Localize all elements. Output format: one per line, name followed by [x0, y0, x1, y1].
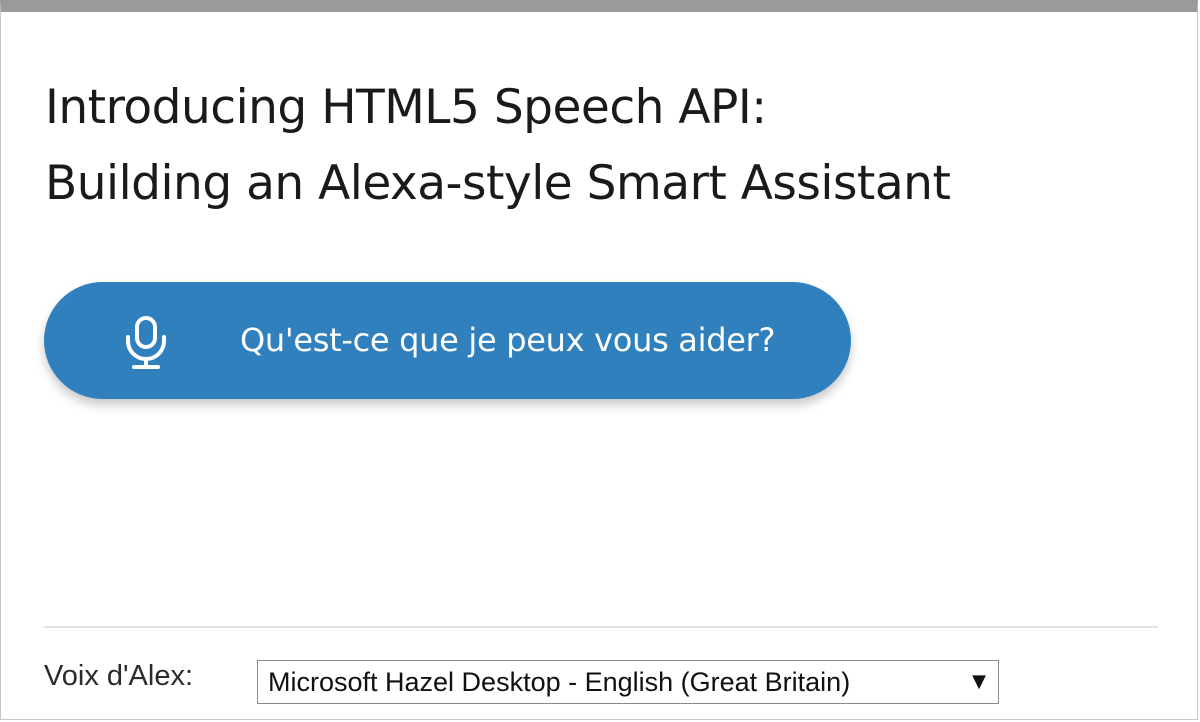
- app-window: Introducing HTML5 Speech API: Building a…: [0, 0, 1198, 720]
- voice-select[interactable]: Microsoft Hazel Desktop - English (Great…: [257, 660, 999, 704]
- voice-assistant-button[interactable]: Qu'est-ce que je peux vous aider?: [44, 282, 851, 399]
- voice-select-value: Microsoft Hazel Desktop - English (Great…: [268, 667, 851, 697]
- microphone-icon: [126, 316, 166, 369]
- divider: [44, 626, 1158, 628]
- page-title-line-1: Introducing HTML5 Speech API:: [45, 80, 767, 135]
- page-title-line-2: Building an Alexa-style Smart Assistant: [45, 156, 951, 211]
- chevron-down-icon: ▼: [972, 671, 986, 692]
- page-title: Introducing HTML5 Speech API: Building a…: [45, 70, 1145, 222]
- voice-button-label: Qu'est-ce que je peux vous aider?: [240, 321, 776, 359]
- voice-selector-label: Voix d'Alex:: [44, 660, 194, 692]
